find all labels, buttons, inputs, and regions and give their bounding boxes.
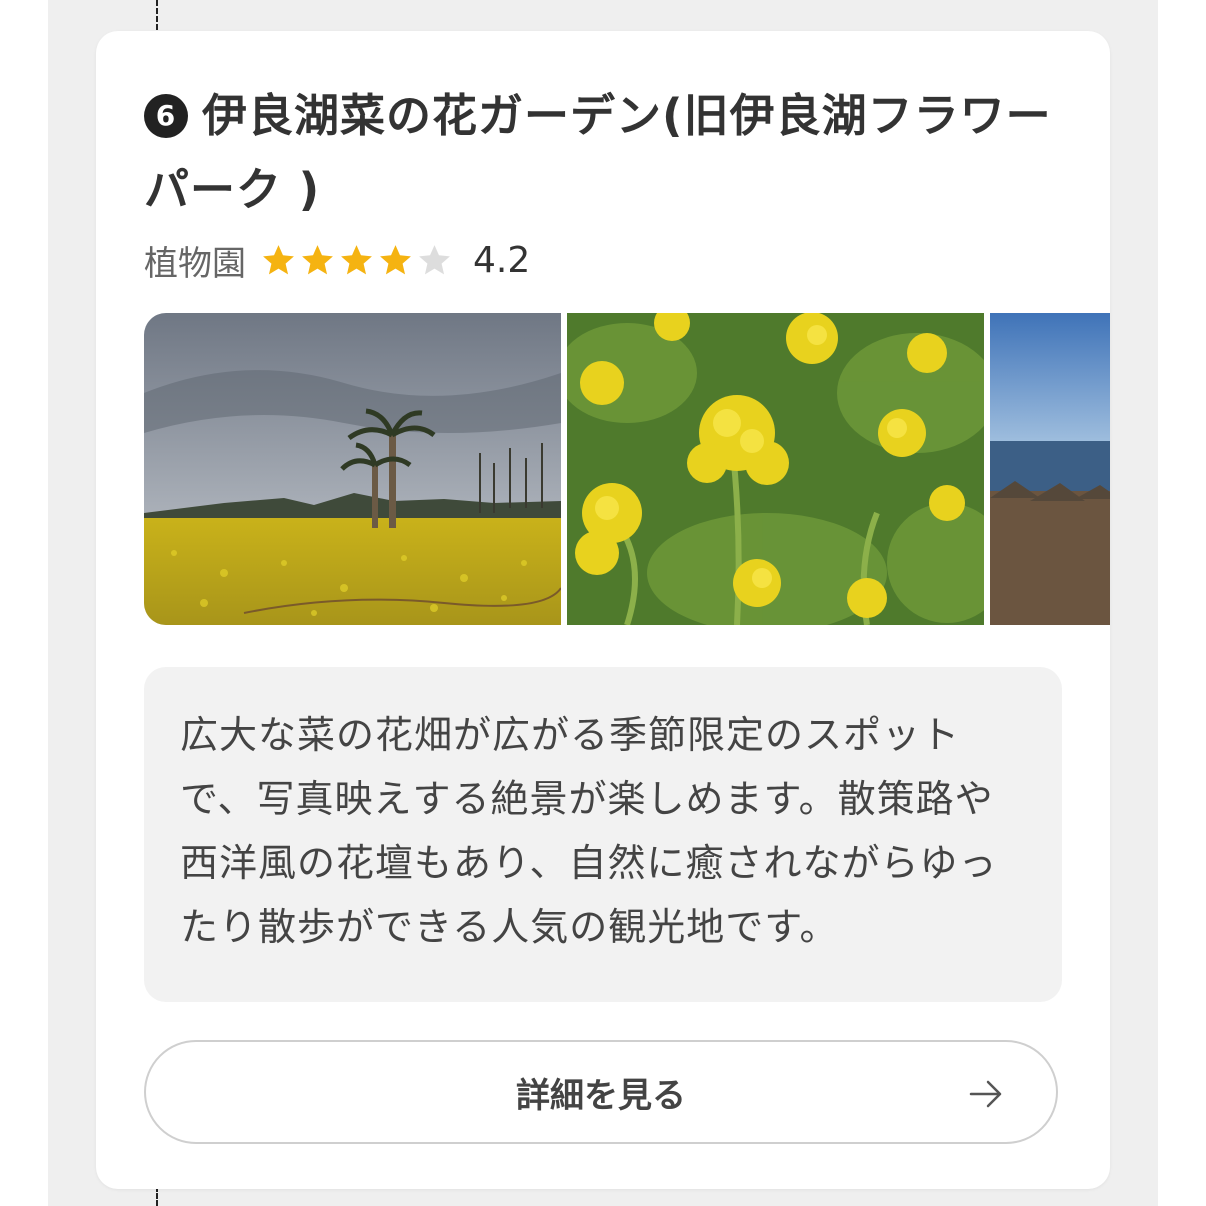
seaside-image [990, 313, 1110, 625]
gallery-photo-3[interactable] [990, 313, 1110, 625]
spot-card: 6 伊良湖菜の花ガーデン(旧伊良湖フラワーパーク ) 植物園 4.2 広大な菜の… [96, 31, 1110, 1189]
star-filled-icon [380, 244, 411, 274]
view-details-button[interactable]: 詳細を見る [144, 1040, 1058, 1144]
spot-name: 伊良湖菜の花ガーデン(旧伊良湖フラワーパーク ) [144, 89, 1052, 216]
rating-stars [260, 242, 453, 279]
description-text: 広大な菜の花畑が広がる季節限定のスポットで、写真映えする絶景が楽しめます。散策路… [180, 713, 998, 949]
gallery-photo-2[interactable] [567, 313, 984, 625]
star-filled-icon [341, 244, 372, 274]
star-empty-icon [419, 244, 450, 274]
star-filled-icon [302, 244, 333, 274]
timeline-connector-top [156, 0, 158, 30]
spot-description: 広大な菜の花畑が広がる季節限定のスポットで、写真映えする絶景が楽しめます。散策路… [144, 667, 1062, 1002]
photo-gallery[interactable] [144, 313, 1110, 625]
palm-field-image [144, 313, 561, 625]
spot-meta: 植物園 4.2 [144, 235, 530, 285]
rating-value: 4.2 [473, 239, 531, 281]
canola-closeup-image [567, 313, 984, 625]
spot-title[interactable]: 6 伊良湖菜の花ガーデン(旧伊良湖フラワーパーク ) [144, 79, 1054, 227]
star-filled-icon [263, 244, 294, 274]
gallery-photo-1[interactable] [144, 313, 561, 625]
arrow-right-icon [969, 1080, 1002, 1108]
spot-number-badge: 6 [144, 94, 188, 138]
timeline-connector-bottom [156, 1186, 158, 1206]
view-details-label: 詳細を見る [516, 1075, 686, 1116]
spot-category: 植物園 [144, 243, 246, 284]
